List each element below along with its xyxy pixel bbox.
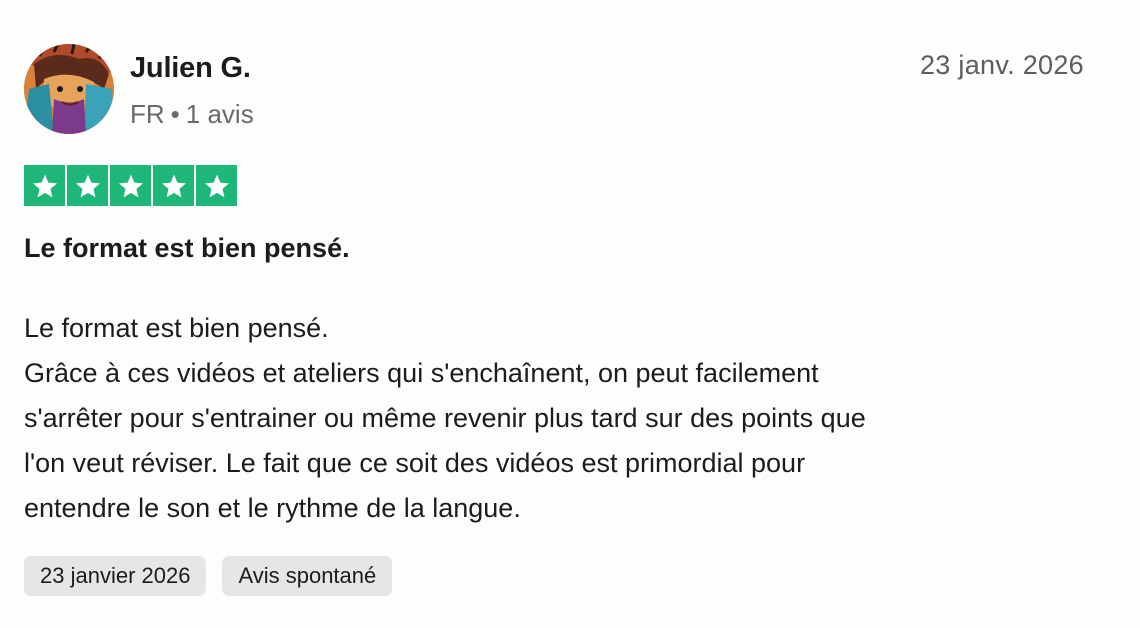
review-body-line: s'arrêter pour s'entrainer ou même reven… (24, 403, 866, 433)
review-header: Julien G. FR • 1 avis 23 janv. 2026 (24, 44, 1084, 134)
review-type-tag[interactable]: Avis spontané (222, 556, 393, 596)
review-date: 23 janv. 2026 (919, 50, 1084, 80)
star-icon (110, 165, 151, 206)
star-icon (24, 165, 65, 206)
review-body-line: entendre le son et le rythme de la langu… (24, 493, 521, 523)
experience-date-tag: 23 janvier 2026 (24, 556, 207, 596)
reviewer-meta: FR • 1 avis (130, 99, 254, 130)
reviewer-review-count: 1 avis (185, 99, 254, 129)
star-rating (24, 165, 237, 206)
review-title: Le format est bien pensé. (24, 233, 350, 263)
avatar[interactable] (24, 44, 114, 134)
star-icon (153, 165, 194, 206)
reviewer-name[interactable]: Julien G. (130, 52, 251, 85)
star-icon (196, 165, 237, 206)
review-body-line: Le format est bien pensé. (24, 313, 329, 343)
review-body: Le format est bien pensé. Grâce à ces vi… (24, 306, 1084, 531)
review-card: Julien G. FR • 1 avis 23 janv. 2026 Le for… (24, 44, 1084, 596)
review-body-line: Grâce à ces vidéos et ateliers qui s'enc… (24, 358, 819, 388)
reviewer-country: FR (130, 99, 165, 129)
review-body-line: l'on veut réviser. Le fait que ce soit d… (24, 448, 806, 478)
review-tags: 23 janvier 2026 Avis spontané (24, 556, 393, 596)
meta-separator: • (170, 99, 180, 129)
star-icon (67, 165, 108, 206)
avatar-image-icon (24, 44, 114, 134)
